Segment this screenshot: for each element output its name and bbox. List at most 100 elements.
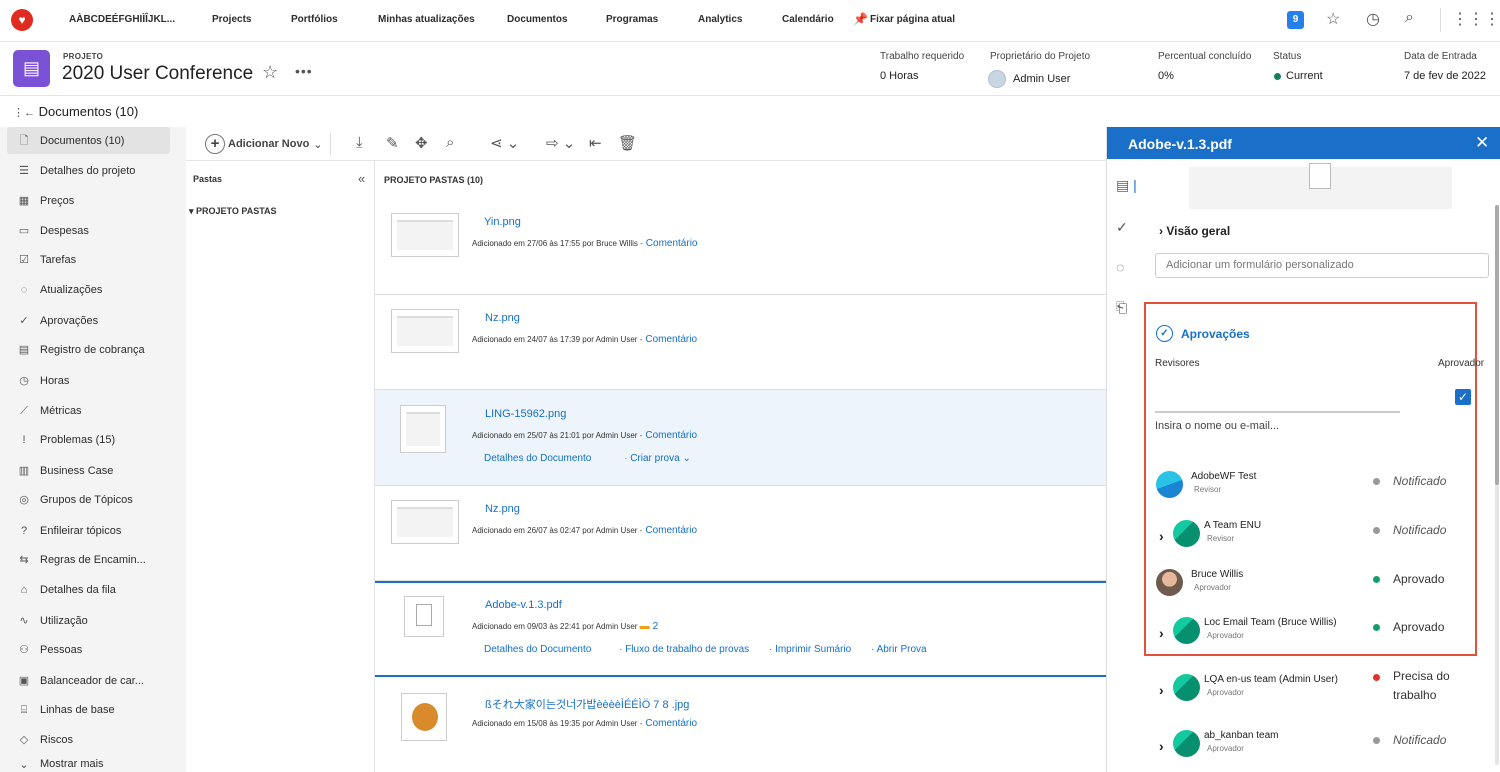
download-icon[interactable]: ⤓ [356,134,363,151]
owner-value[interactable]: Admin User [988,70,1070,88]
approver-checkbox[interactable]: ✓ [1455,389,1471,405]
create-proof-link[interactable]: Criar prova [630,453,679,464]
reviewer-row[interactable]: AdobeWF Test Revisor Notificado [1107,468,1500,508]
search-icon[interactable]: ⌕ [1405,9,1414,27]
document-row[interactable]: Yin.png Adicionado em 27/06 às 17:55 por… [375,199,1106,295]
comment-link[interactable]: Comentário [645,718,697,729]
collapse-folders-icon[interactable]: « [358,171,365,186]
chevron-right-icon[interactable]: › [1159,682,1164,698]
document-row-active[interactable]: Adobe-v.1.3.pdf Adicionado em 09/03 às 2… [375,581,1106,677]
org-name[interactable]: AÀBCDEÉFGHIÌÎJKL... [69,14,175,25]
chevron-down-icon[interactable]: ⌄ [680,453,690,464]
document-thumbnail[interactable] [401,693,447,741]
sidebar-item-utilization[interactable]: ∿ Utilização [7,607,170,634]
pin-icon[interactable]: 📌 [853,12,868,26]
chevron-right-icon[interactable]: › [1159,625,1164,641]
custom-form-field[interactable]: Adicionar um formulário personalizado [1155,253,1489,278]
edit-pencil-icon[interactable]: ✎ [386,134,399,152]
document-thumbnail[interactable] [404,596,444,637]
document-name[interactable]: ßそれ大家이는것너가밥èèèèÌÉÉÌÖ 7 8 .jpg [485,696,689,712]
document-name[interactable]: LING-15962.png [485,408,566,420]
nav-programs[interactable]: Programas [606,14,658,25]
nav-documents[interactable]: Documentos [507,14,568,25]
pin-page-link[interactable]: Fixar página atual [870,14,955,25]
sidebar-item-hours[interactable]: ◷ Horas [7,367,170,394]
sidebar-item-updates[interactable]: ◌ Atualizações [7,276,170,303]
document-details-link[interactable]: Detalhes do Documento [484,453,591,464]
sidebar-item-topic-groups[interactable]: ◎ Grupos de Tópicos [7,486,170,513]
release-icon[interactable]: ⇤ [589,134,602,152]
nav-my-updates[interactable]: Minhas atualizações [378,14,475,25]
comment-link[interactable]: Comentário [645,430,697,441]
document-info-tab-icon[interactable]: ⎗ [1116,299,1127,316]
folder-item[interactable]: ▾ PROJETO PASTAS [189,206,277,217]
nav-analytics[interactable]: Analytics [698,14,742,25]
panel-scrollbar-thumb[interactable] [1495,205,1499,485]
sidebar-item-tasks[interactable]: ☑ Tarefas [7,246,170,273]
sidebar-item-pricing[interactable]: ▦ Preços [7,187,170,214]
comment-count[interactable]: 2 [653,621,659,632]
preview-search-icon[interactable]: ⌕ [446,134,454,151]
document-details-link[interactable]: Detalhes do Documento [484,644,591,655]
close-icon[interactable]: ✕ [1475,133,1489,153]
sidebar-item-people[interactable]: ⚇ Pessoas [7,636,170,663]
document-row[interactable]: Nz.png Adicionado em 26/07 às 02:47 por … [375,486,1106,581]
apps-grid-icon[interactable]: ⋮⋮⋮ [1452,9,1500,29]
sidebar-item-documents[interactable]: 🗋 Documentos (10) [7,127,170,154]
proof-workflow-link[interactable]: Fluxo de trabalho de provas [625,644,749,655]
sidebar-item-billing[interactable]: ▤ Registro de cobrança [7,336,170,363]
notifications-badge[interactable]: 9 [1287,11,1304,29]
sidebar-show-more[interactable]: ⌄ Mostrar mais [7,758,170,772]
document-row[interactable]: ßそれ大家이는것너가밥èèèèÌÉÉÌÖ 7 8 .jpg Adicionado… [375,677,1106,772]
comment-link[interactable]: Comentário [646,238,698,249]
reviewer-row[interactable]: Bruce Willis Aprovador Aprovado [1107,566,1500,606]
nav-calendar[interactable]: Calendário [782,14,834,25]
page-title[interactable]: ⋮← Documentos (10) [13,104,138,119]
sidebar-item-queue-details[interactable]: ⌂ Detalhes da fila [7,576,170,603]
document-thumbnail[interactable] [391,309,459,353]
sidebar-item-approvals[interactable]: ✓ Aprovações [7,307,170,334]
reviewer-input[interactable] [1155,411,1400,413]
workfront-logo-icon[interactable]: ♥ [11,9,33,31]
history-icon[interactable]: ◷ [1366,9,1380,29]
document-thumbnail[interactable] [400,405,446,453]
overview-section[interactable]: › Visão geral [1159,224,1230,238]
sidebar-item-workload[interactable]: ▣ Balanceador de car... [7,667,170,694]
chevron-right-icon[interactable]: › [1159,738,1164,754]
add-new-button[interactable]: + Adicionar Novo ⌄ [205,134,323,154]
sidebar-item-queue-topics[interactable]: ? Enfileirar tópicos [7,517,170,544]
trash-icon[interactable]: 🗑 [618,134,637,152]
sidebar-item-project-details[interactable]: ☰ Detalhes do projeto [7,157,170,184]
sidebar-item-expenses[interactable]: ▭ Despesas [7,217,170,244]
approvals-tab-icon[interactable]: ✓ [1116,219,1128,236]
document-name[interactable]: Nz.png [485,312,520,324]
open-proof-link[interactable]: Abrir Prova [877,644,927,655]
print-summary-link[interactable]: Imprimir Sumário [775,644,851,655]
reviewer-row[interactable]: › A Team ENU Revisor Notificado [1107,517,1500,557]
star-icon[interactable]: ☆ [1326,9,1340,29]
document-row-selected[interactable]: LING-15962.png Adicionado em 25/07 às 21… [375,390,1106,486]
more-options-icon[interactable]: ••• [295,63,313,79]
sidebar-item-metrics[interactable]: ⟋ Métricas [7,397,170,424]
document-name[interactable]: Yin.png [484,216,521,228]
collapse-nav-icon[interactable]: ⋮← [13,107,35,119]
status-value[interactable]: Current [1274,70,1323,82]
nav-portfolios[interactable]: Portfólios [291,14,338,25]
sidebar-item-routing-rules[interactable]: ⇆ Regras de Encamin... [7,546,170,573]
send-icon[interactable]: ⇨ ⌄ [546,134,575,152]
reviewer-row[interactable]: › ab_kanban team Aprovador Notificado [1107,727,1500,767]
comment-link[interactable]: Comentário [645,525,697,536]
document-thumbnail[interactable] [391,500,459,544]
move-icon[interactable]: ✥ [415,134,428,152]
document-row[interactable]: Nz.png Adicionado em 24/07 às 17:39 por … [375,295,1106,390]
reviewer-row[interactable]: › Loc Email Team (Bruce Willis) Aprovado… [1107,614,1500,654]
document-name[interactable]: Nz.png [485,503,520,515]
document-name[interactable]: Adobe-v.1.3.pdf [485,599,562,611]
comment-link[interactable]: Comentário [645,334,697,345]
nav-projects[interactable]: Projects [212,14,251,25]
details-tab-icon[interactable]: ▤ | [1116,177,1137,194]
sidebar-item-baselines[interactable]: ⌸ Linhas de base [7,696,170,723]
comments-tab-icon[interactable]: ◌ [1116,259,1124,275]
sidebar-item-issues[interactable]: ! Problemas (15) [7,426,170,453]
comment-bubble-icon[interactable]: ▬ [640,621,650,632]
